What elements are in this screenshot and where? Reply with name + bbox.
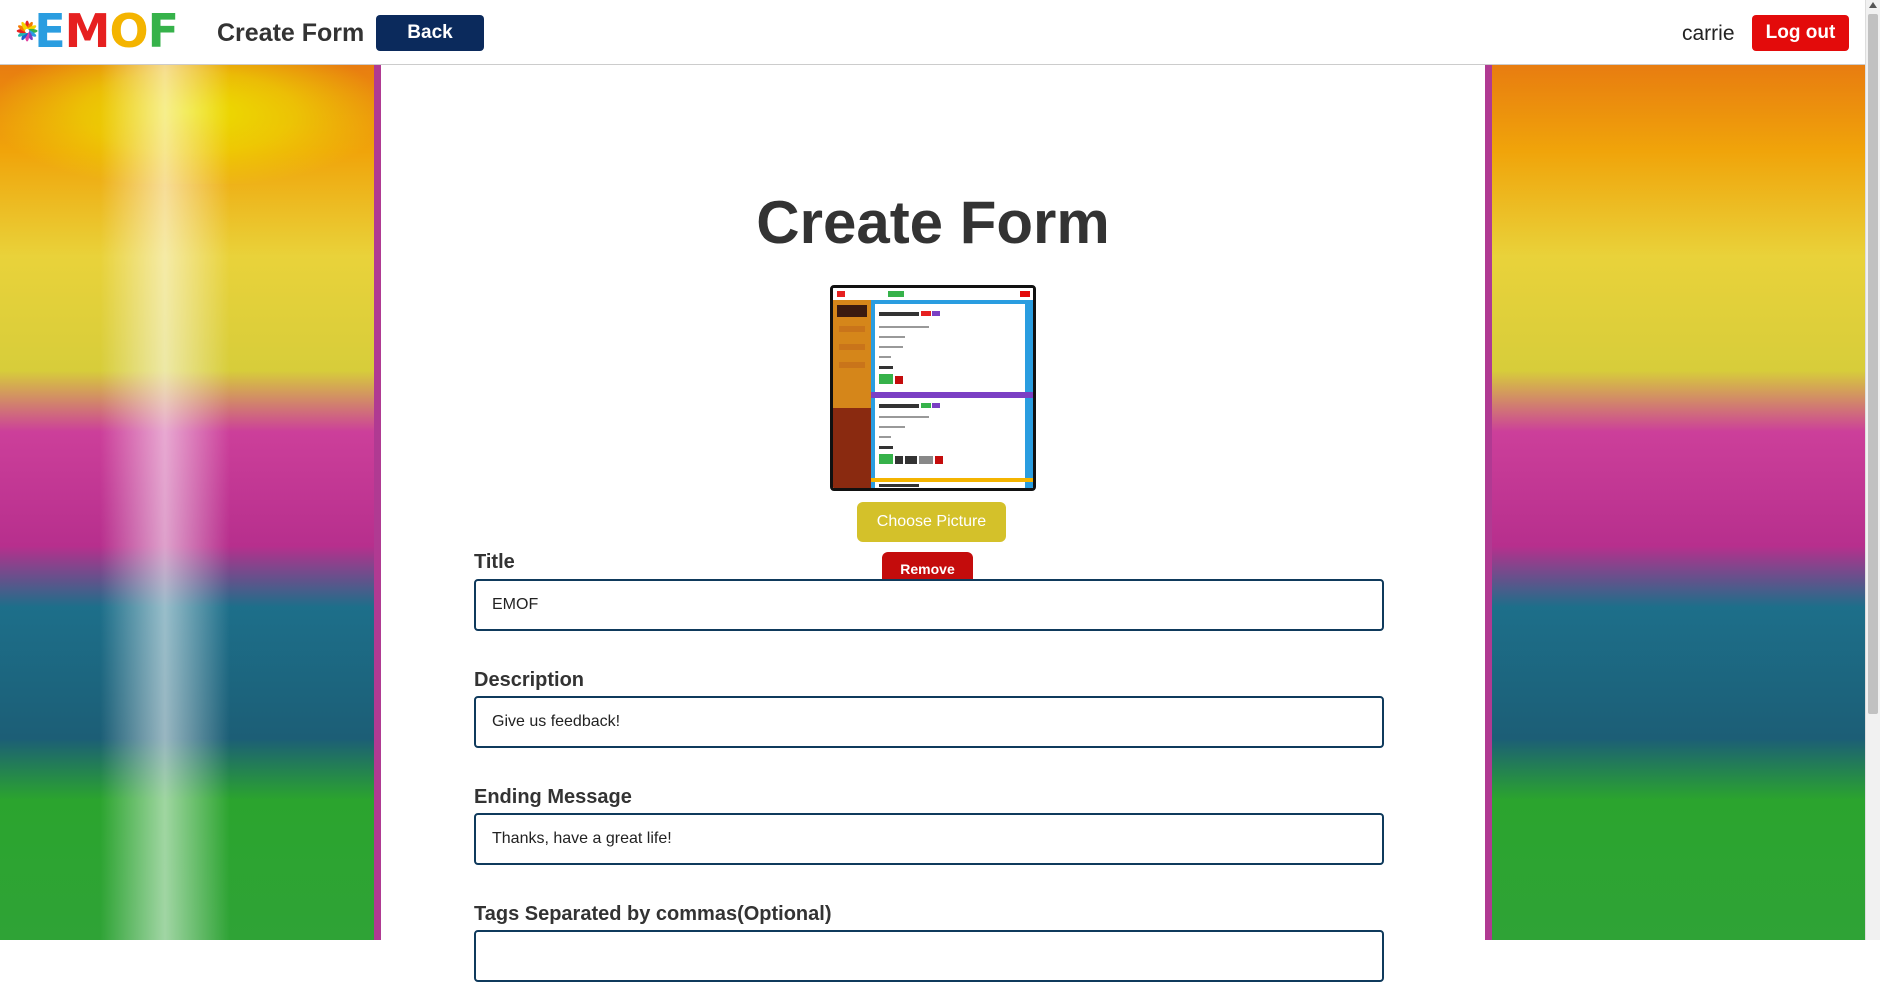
ending-message-input[interactable]	[474, 813, 1384, 865]
background-highlight	[100, 64, 230, 940]
username: carrie	[1682, 22, 1735, 45]
description-label: Description	[474, 669, 585, 691]
scrollbar-thumb[interactable]	[1868, 14, 1878, 714]
description-input[interactable]	[474, 696, 1384, 748]
logout-button[interactable]: Log out	[1752, 15, 1849, 51]
form-panel: Create Form Choose Picture Remove Title …	[381, 64, 1485, 982]
back-button[interactable]: Back	[376, 15, 484, 51]
logo-wordmark: EMOF	[34, 4, 179, 58]
title-label: Title	[474, 551, 515, 573]
top-navbar: EMOF Create Form Back carrie Log out	[0, 0, 1866, 65]
tags-input[interactable]	[474, 930, 1384, 982]
choose-picture-button[interactable]: Choose Picture	[857, 502, 1006, 542]
preview-image	[833, 288, 1033, 488]
title-input[interactable]	[474, 579, 1384, 631]
app-logo[interactable]: EMOF	[16, 2, 179, 60]
tags-label: Tags Separated by commas(Optional)	[474, 903, 832, 925]
picture-preview	[830, 285, 1036, 491]
ending-message-label: Ending Message	[474, 786, 632, 808]
header-title: Create Form	[217, 19, 365, 47]
scrollbar[interactable]	[1865, 0, 1880, 940]
scroll-up-arrow-icon[interactable]	[1869, 2, 1877, 8]
page-title: Create Form	[756, 189, 1110, 256]
